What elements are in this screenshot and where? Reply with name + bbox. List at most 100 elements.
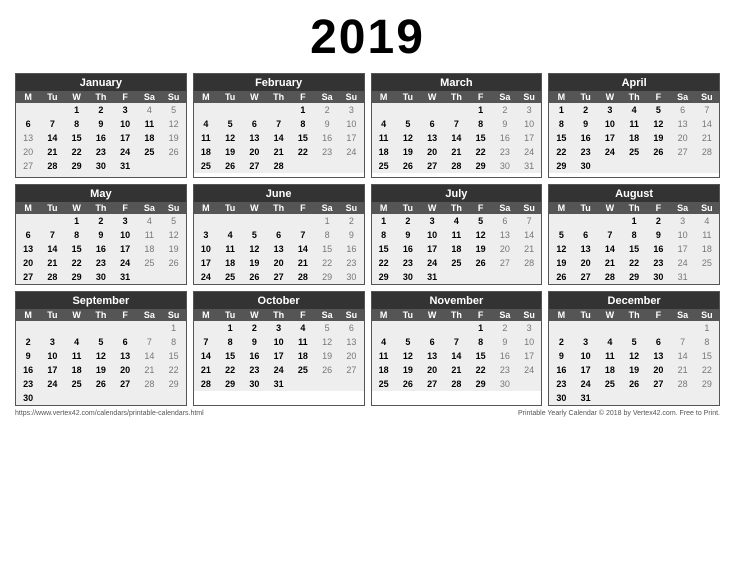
day-cell	[646, 391, 670, 405]
days-grid: 1234567891011121314151617181920212223242…	[194, 103, 364, 173]
month-march: MarchMTuWThFSaSu123456789101112131415161…	[371, 73, 543, 178]
day-header-tu: Tu	[574, 309, 598, 321]
day-cell: 18	[291, 349, 315, 363]
day-cell: 8	[218, 335, 242, 349]
day-cell: 21	[444, 145, 468, 159]
day-cell: 24	[113, 145, 137, 159]
day-cell: 23	[315, 145, 339, 159]
day-cell: 22	[549, 145, 573, 159]
day-header-m: M	[16, 309, 40, 321]
day-cell: 14	[137, 349, 161, 363]
day-cell: 10	[113, 117, 137, 131]
day-cell	[218, 103, 242, 117]
day-cell: 6	[420, 335, 444, 349]
month-august: AugustMTuWThFSaSu12345678910111213141516…	[548, 184, 720, 285]
day-header-th: Th	[444, 202, 468, 214]
day-header-su: Su	[517, 309, 541, 321]
day-cell: 23	[574, 145, 598, 159]
day-cell: 13	[267, 242, 291, 256]
month-header: June	[194, 185, 364, 202]
day-cell: 4	[598, 335, 622, 349]
day-cell	[444, 321, 468, 335]
day-cell: 2	[16, 335, 40, 349]
day-cell: 17	[113, 131, 137, 145]
day-cell	[339, 159, 363, 173]
day-cell: 13	[339, 335, 363, 349]
day-cell: 28	[194, 377, 218, 391]
day-cell: 20	[16, 145, 40, 159]
day-header-f: F	[291, 309, 315, 321]
day-header-sa: Sa	[671, 202, 695, 214]
day-cell: 1	[469, 103, 493, 117]
day-cell: 22	[65, 256, 89, 270]
day-cell: 20	[574, 256, 598, 270]
day-cell: 20	[646, 363, 670, 377]
day-cell: 23	[242, 363, 266, 377]
day-cell: 5	[549, 228, 573, 242]
day-cell: 14	[517, 228, 541, 242]
day-cell: 7	[444, 335, 468, 349]
day-cell: 24	[113, 256, 137, 270]
month-january: JanuaryMTuWThFSaSu1234567891011121314151…	[15, 73, 187, 178]
day-headers: MTuWThFSaSu	[16, 91, 186, 103]
day-cell: 1	[695, 321, 719, 335]
day-header-sa: Sa	[315, 91, 339, 103]
day-cell: 2	[315, 103, 339, 117]
day-cell: 3	[671, 214, 695, 228]
day-header-su: Su	[695, 91, 719, 103]
day-cell: 12	[396, 349, 420, 363]
day-cell: 25	[622, 145, 646, 159]
day-cell: 15	[65, 131, 89, 145]
day-header-th: Th	[444, 91, 468, 103]
day-cell: 15	[315, 242, 339, 256]
day-cell: 23	[493, 363, 517, 377]
day-header-sa: Sa	[671, 91, 695, 103]
day-cell: 12	[162, 117, 186, 131]
day-cell: 28	[291, 270, 315, 284]
day-cell: 14	[444, 131, 468, 145]
day-header-w: W	[242, 309, 266, 321]
day-cell: 12	[218, 131, 242, 145]
days-grid: 1234567891011121314151617181920212223242…	[372, 103, 542, 173]
day-cell: 1	[65, 103, 89, 117]
month-header: July	[372, 185, 542, 202]
day-cell: 4	[372, 335, 396, 349]
day-cell: 2	[493, 321, 517, 335]
day-header-w: W	[65, 309, 89, 321]
day-header-w: W	[242, 91, 266, 103]
day-cell: 27	[420, 159, 444, 173]
day-cell: 22	[315, 256, 339, 270]
day-cell: 17	[671, 242, 695, 256]
day-cell: 30	[574, 159, 598, 173]
day-cell: 26	[646, 145, 670, 159]
day-cell: 3	[194, 228, 218, 242]
day-cell: 4	[291, 321, 315, 335]
day-cell: 29	[65, 270, 89, 284]
day-cell	[646, 159, 670, 173]
day-header-th: Th	[622, 202, 646, 214]
day-cell: 20	[16, 256, 40, 270]
day-cell: 8	[549, 117, 573, 131]
day-header-w: W	[598, 202, 622, 214]
day-cell: 26	[218, 159, 242, 173]
day-cell: 19	[315, 349, 339, 363]
day-cell: 9	[396, 228, 420, 242]
year-heading: 2019	[15, 10, 720, 65]
day-cell: 18	[372, 145, 396, 159]
day-cell: 26	[396, 377, 420, 391]
month-february: FebruaryMTuWThFSaSu123456789101112131415…	[193, 73, 365, 178]
day-cell: 8	[469, 117, 493, 131]
day-cell: 19	[242, 256, 266, 270]
day-cell: 1	[469, 321, 493, 335]
day-cell: 6	[113, 335, 137, 349]
day-cell: 9	[493, 335, 517, 349]
day-cell: 7	[267, 117, 291, 131]
day-cell: 29	[65, 159, 89, 173]
month-header: May	[16, 185, 186, 202]
day-cell: 26	[89, 377, 113, 391]
day-header-su: Su	[162, 202, 186, 214]
day-cell: 14	[40, 242, 64, 256]
day-cell: 19	[469, 242, 493, 256]
day-header-sa: Sa	[493, 309, 517, 321]
day-cell: 30	[396, 270, 420, 284]
